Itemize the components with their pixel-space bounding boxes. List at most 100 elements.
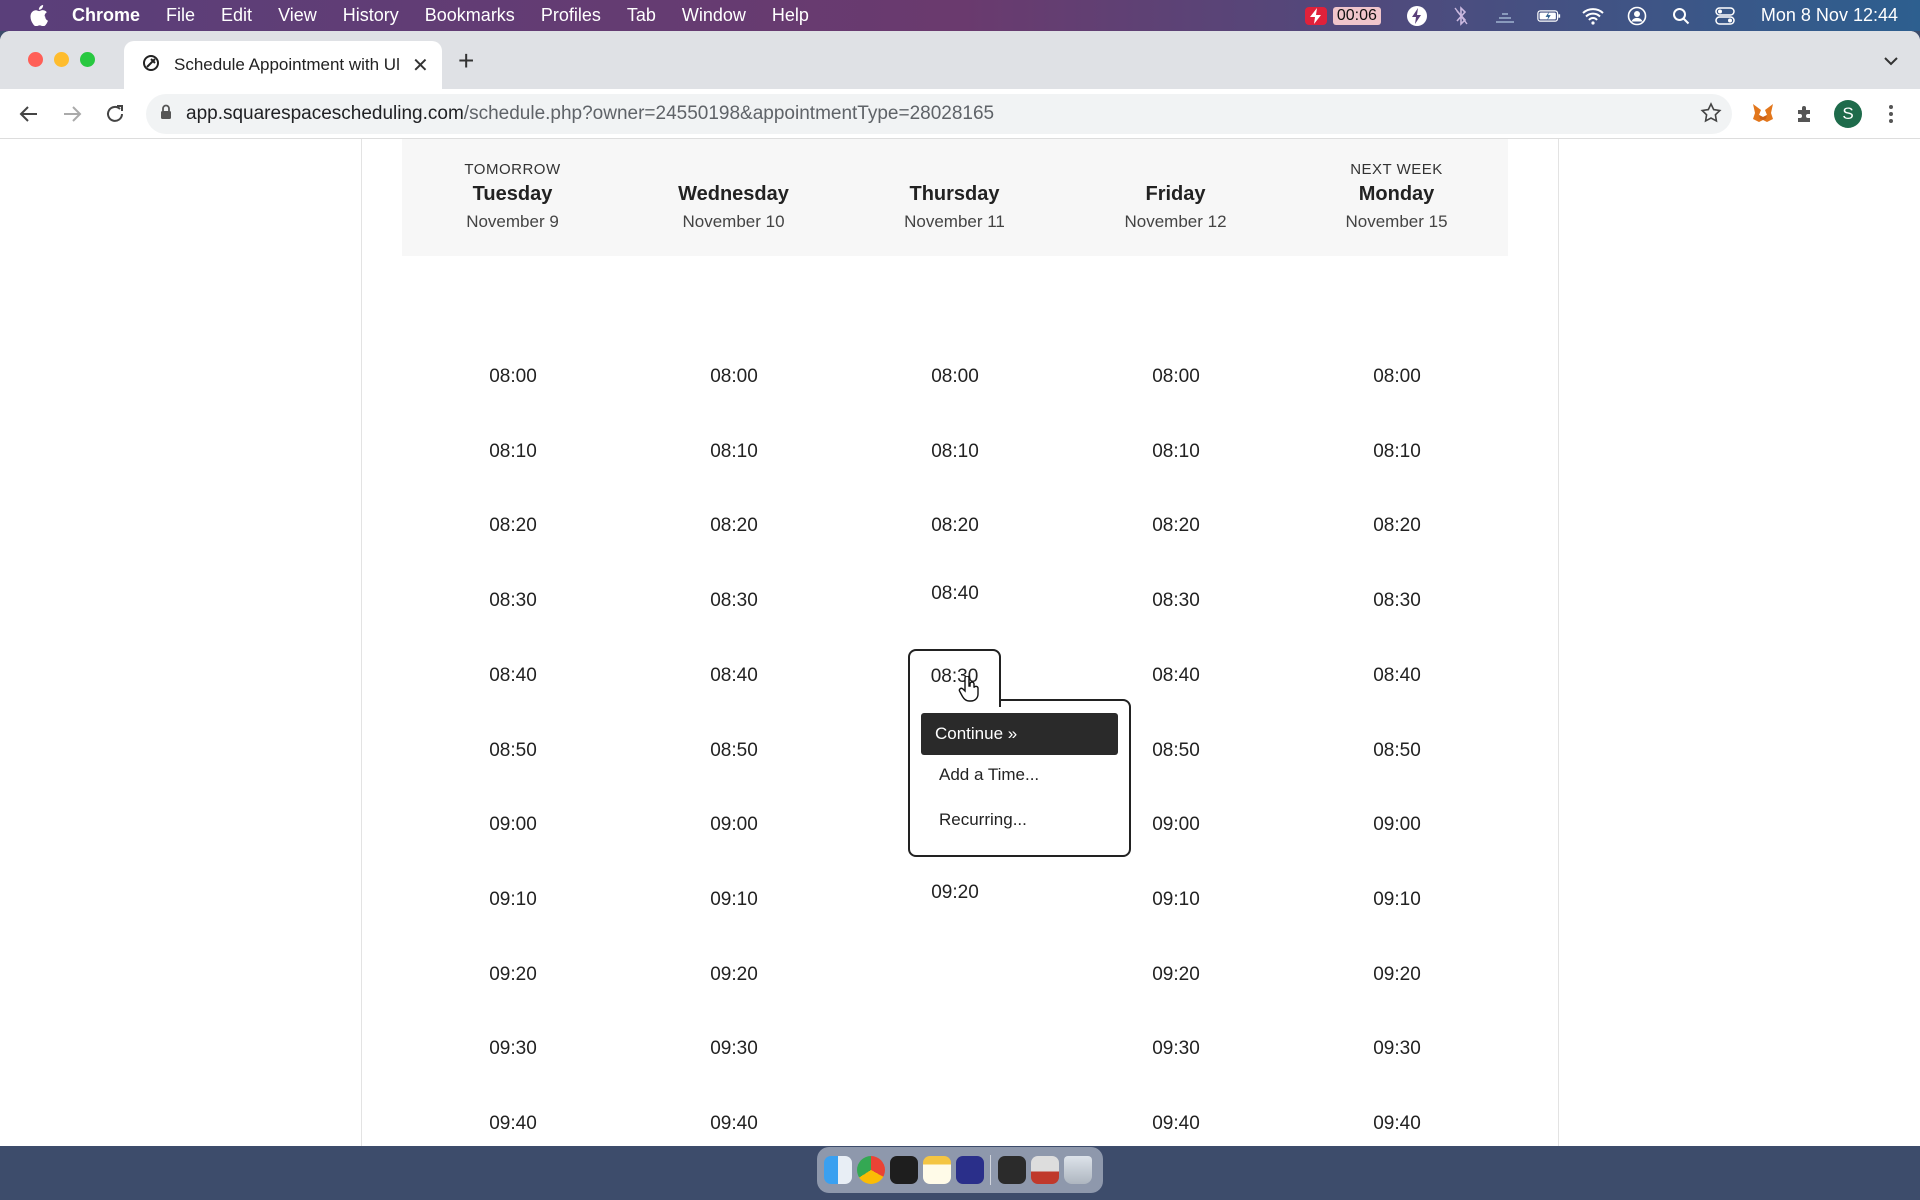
browser-tab-active[interactable]: Schedule Appointment with Ul ✕ [124, 41, 442, 89]
time-slot-tuesday-6[interactable]: 09:00 [453, 805, 573, 845]
reload-icon[interactable] [102, 101, 128, 127]
menu-bookmarks[interactable]: Bookmarks [425, 5, 515, 26]
time-slot-friday-7[interactable]: 09:10 [1116, 880, 1236, 920]
time-slot-tuesday-7[interactable]: 09:10 [453, 880, 573, 920]
time-slot-wednesday-5[interactable]: 08:50 [674, 731, 794, 771]
metamask-extension-icon[interactable] [1750, 101, 1776, 127]
wifi-icon[interactable] [1581, 6, 1605, 26]
time-slot-monday-5[interactable]: 08:50 [1337, 731, 1457, 771]
time-slot-wednesday-1[interactable]: 08:10 [674, 432, 794, 472]
battery-icon[interactable] [1537, 6, 1561, 26]
add-a-time-link[interactable]: Add a Time... [939, 765, 1039, 785]
time-slot-wednesday-6[interactable]: 09:00 [674, 805, 794, 845]
url-text[interactable]: app.squarespacescheduling.com/schedule.p… [186, 103, 994, 125]
time-slot-tuesday-2[interactable]: 08:20 [453, 506, 573, 546]
user-account-icon[interactable] [1625, 6, 1649, 26]
screen-recording-icon[interactable] [1304, 6, 1327, 25]
recurring-link[interactable]: Recurring... [939, 810, 1027, 830]
time-slot-tuesday-3[interactable]: 08:30 [453, 581, 573, 621]
time-slot-friday-6[interactable]: 09:00 [1116, 805, 1236, 845]
menu-file[interactable]: File [166, 5, 195, 26]
time-slot-wednesday-7[interactable]: 09:10 [674, 880, 794, 920]
menubar-clock[interactable]: Mon 8 Nov 12:44 [1761, 5, 1898, 26]
tab-search-chevron-icon[interactable] [1884, 53, 1898, 71]
spotlight-search-icon[interactable] [1669, 6, 1693, 26]
control-center-icon[interactable] [1713, 6, 1737, 26]
time-slot-tuesday-0[interactable]: 08:00 [453, 357, 573, 397]
time-slot-tuesday-5[interactable]: 08:50 [453, 731, 573, 771]
time-slot-monday-3[interactable]: 08:30 [1337, 581, 1457, 621]
time-slot-thursday-8[interactable]: 09:20 [895, 873, 1015, 913]
time-slot-monday-1[interactable]: 08:10 [1337, 432, 1457, 472]
day-name: Tuesday [472, 183, 553, 205]
chrome-dock-icon[interactable] [857, 1156, 885, 1184]
apple-menu-icon[interactable] [28, 5, 50, 27]
bolt-app-icon[interactable] [1405, 5, 1429, 26]
menu-view[interactable]: View [278, 5, 317, 26]
time-slot-wednesday-8[interactable]: 09:20 [674, 955, 794, 995]
time-slot-monday-0[interactable]: 08:00 [1337, 357, 1457, 397]
minimize-window-button[interactable] [54, 52, 69, 67]
lock-icon[interactable] [160, 104, 172, 125]
notes-icon[interactable] [923, 1156, 951, 1184]
close-tab-icon[interactable]: ✕ [412, 53, 429, 78]
continue-button[interactable]: Continue » [921, 713, 1118, 755]
forward-arrow-icon[interactable] [59, 101, 85, 127]
bookmark-star-icon[interactable] [1700, 102, 1722, 129]
time-slot-friday-4[interactable]: 08:40 [1116, 656, 1236, 696]
time-slot-tuesday-9[interactable]: 09:30 [453, 1029, 573, 1069]
time-slot-monday-8[interactable]: 09:20 [1337, 955, 1457, 995]
time-slot-tuesday-10[interactable]: 09:40 [453, 1104, 573, 1144]
menu-help[interactable]: Help [772, 5, 809, 26]
back-arrow-icon[interactable] [16, 101, 42, 127]
time-slot-friday-5[interactable]: 08:50 [1116, 731, 1236, 771]
time-slot-friday-9[interactable]: 09:30 [1116, 1029, 1236, 1069]
terminal-icon[interactable] [890, 1156, 918, 1184]
time-slot-monday-9[interactable]: 09:30 [1337, 1029, 1457, 1069]
time-slot-tuesday-1[interactable]: 08:10 [453, 432, 573, 472]
screenshot-app-icon[interactable] [998, 1156, 1026, 1184]
time-slot-monday-2[interactable]: 08:20 [1337, 506, 1457, 546]
bolt-dock-icon[interactable] [956, 1156, 984, 1184]
trash-icon[interactable] [1064, 1156, 1092, 1184]
menu-tab[interactable]: Tab [627, 5, 656, 26]
time-slot-thursday-0[interactable]: 08:00 [895, 357, 1015, 397]
time-slot-wednesday-10[interactable]: 09:40 [674, 1104, 794, 1144]
extensions-puzzle-icon[interactable] [1792, 101, 1818, 127]
menu-profiles[interactable]: Profiles [541, 5, 601, 26]
time-slot-monday-7[interactable]: 09:10 [1337, 880, 1457, 920]
time-slot-monday-6[interactable]: 09:00 [1337, 805, 1457, 845]
time-slot-friday-10[interactable]: 09:40 [1116, 1104, 1236, 1144]
time-slot-friday-8[interactable]: 09:20 [1116, 955, 1236, 995]
time-slot-wednesday-3[interactable]: 08:30 [674, 581, 794, 621]
time-slot-friday-1[interactable]: 08:10 [1116, 432, 1236, 472]
finder-icon[interactable] [824, 1156, 852, 1184]
time-slot-friday-0[interactable]: 08:00 [1116, 357, 1236, 397]
time-slot-wednesday-0[interactable]: 08:00 [674, 357, 794, 397]
menu-edit[interactable]: Edit [221, 5, 252, 26]
time-slot-wednesday-2[interactable]: 08:20 [674, 506, 794, 546]
time-slot-thursday-1[interactable]: 08:10 [895, 432, 1015, 472]
menu-window[interactable]: Window [682, 5, 746, 26]
time-slot-wednesday-4[interactable]: 08:40 [674, 656, 794, 696]
time-slot-thursday-4[interactable]: 08:40 [895, 574, 1015, 614]
menu-app-chrome[interactable]: Chrome [72, 5, 140, 26]
time-slot-monday-4[interactable]: 08:40 [1337, 656, 1457, 696]
downloads-stack-icon[interactable] [1031, 1156, 1059, 1184]
time-slot-tuesday-8[interactable]: 09:20 [453, 955, 573, 995]
time-slot-friday-3[interactable]: 08:30 [1116, 581, 1236, 621]
time-slot-monday-10[interactable]: 09:40 [1337, 1104, 1457, 1144]
time-slot-thursday-2[interactable]: 08:20 [895, 506, 1015, 546]
bluetooth-off-icon[interactable] [1449, 5, 1473, 26]
zoom-window-button[interactable] [80, 52, 95, 67]
address-bar[interactable]: app.squarespacescheduling.com/schedule.p… [146, 94, 1732, 134]
close-window-button[interactable] [28, 52, 43, 67]
profile-avatar[interactable]: S [1834, 100, 1862, 128]
time-slot-wednesday-9[interactable]: 09:30 [674, 1029, 794, 1069]
menu-history[interactable]: History [343, 5, 399, 26]
chrome-menu-kebab-icon[interactable] [1878, 101, 1904, 127]
new-tab-icon[interactable]: + [458, 45, 474, 77]
weather-icon[interactable] [1493, 6, 1517, 26]
time-slot-tuesday-4[interactable]: 08:40 [453, 656, 573, 696]
time-slot-friday-2[interactable]: 08:20 [1116, 506, 1236, 546]
